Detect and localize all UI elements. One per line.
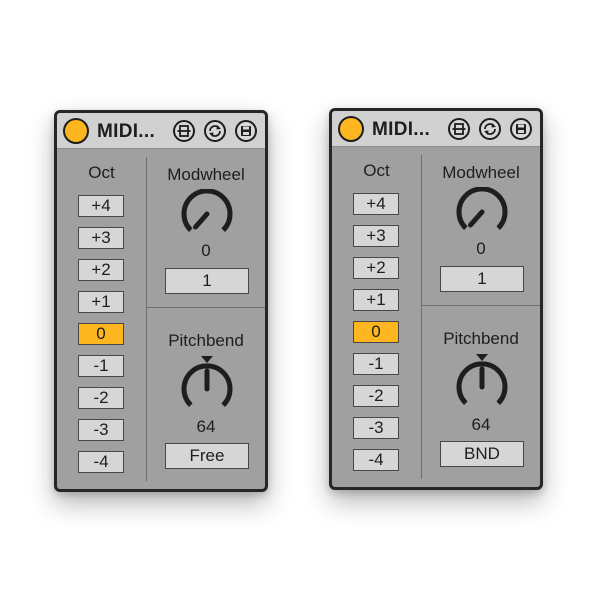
modwheel-label: Modwheel: [442, 163, 520, 182]
octave-button-minus3[interactable]: -3: [353, 417, 399, 439]
refresh-icon: [484, 123, 496, 135]
octave-button-zero[interactable]: 0: [353, 321, 399, 343]
device-body: Oct +4 +3 +2 +1 0 -1 -2 -3 -4 Modwheel 0…: [332, 147, 540, 487]
center-marker-icon: [201, 356, 213, 363]
octave-button-plus1[interactable]: +1: [353, 289, 399, 311]
octave-label: Oct: [363, 161, 390, 180]
midi-device-1: MIDI... Oct +4 +3 +2 +1 0 -1 -2 -3 -4 Mo…: [54, 110, 268, 492]
device-titlebar: MIDI...: [57, 113, 265, 149]
pitchbend-value: 64: [196, 417, 216, 436]
octave-button-minus4[interactable]: -4: [353, 449, 399, 471]
device-power-button[interactable]: [338, 116, 364, 142]
refresh-icon: [209, 125, 221, 137]
pitchbend-label: Pitchbend: [443, 329, 519, 348]
pitchbend-label: Pitchbend: [168, 331, 244, 350]
octave-button-plus2[interactable]: +2: [78, 259, 124, 281]
modwheel-knob[interactable]: [179, 189, 235, 241]
octave-button-plus3[interactable]: +3: [353, 225, 399, 247]
save-icon: [516, 124, 526, 134]
device-refresh-button[interactable]: [204, 120, 226, 142]
octave-button-zero[interactable]: 0: [78, 323, 124, 345]
horizontal-divider: [422, 305, 540, 306]
modwheel-cc-field[interactable]: 1: [440, 266, 524, 292]
modwheel-value: 0: [476, 239, 486, 258]
octave-button-plus4[interactable]: +4: [78, 195, 124, 217]
device-save-button[interactable]: [235, 120, 257, 142]
device-title: MIDI...: [372, 119, 431, 140]
device-body: Oct +4 +3 +2 +1 0 -1 -2 -3 -4 Modwheel 0…: [57, 149, 265, 489]
device-refresh-button[interactable]: [479, 118, 501, 140]
octave-button-minus3[interactable]: -3: [78, 419, 124, 441]
pitchbend-knob[interactable]: [179, 354, 235, 416]
save-icon: [241, 126, 251, 136]
octave-button-minus1[interactable]: -1: [78, 355, 124, 377]
modwheel-knob[interactable]: [454, 187, 510, 239]
horizontal-divider: [147, 307, 265, 308]
octave-button-minus2[interactable]: -2: [78, 387, 124, 409]
device-power-button[interactable]: [63, 118, 89, 144]
center-marker-icon: [476, 354, 488, 361]
octave-button-plus4[interactable]: +4: [353, 193, 399, 215]
octave-button-plus1[interactable]: +1: [78, 291, 124, 313]
modwheel-label: Modwheel: [167, 165, 245, 184]
octave-button-minus4[interactable]: -4: [78, 451, 124, 473]
octave-button-minus1[interactable]: -1: [353, 353, 399, 375]
device-title: MIDI...: [97, 121, 156, 142]
modwheel-value: 0: [201, 241, 211, 260]
device-fold-button[interactable]: [173, 120, 195, 142]
octave-button-plus3[interactable]: +3: [78, 227, 124, 249]
device-titlebar: MIDI...: [332, 111, 540, 147]
modwheel-cc-field[interactable]: 1: [165, 268, 249, 294]
device-save-button[interactable]: [510, 118, 532, 140]
octave-button-plus2[interactable]: +2: [353, 257, 399, 279]
pitchbend-mode-field[interactable]: Free: [165, 443, 249, 469]
device-fold-button[interactable]: [448, 118, 470, 140]
octave-label: Oct: [88, 163, 115, 182]
pitchbend-mode-field[interactable]: BND: [440, 441, 524, 467]
octave-button-minus2[interactable]: -2: [353, 385, 399, 407]
device-fold-icon: [177, 125, 191, 137]
midi-device-2: MIDI... Oct +4 +3 +2 +1 0 -1 -2 -3 -4 Mo…: [329, 108, 543, 490]
device-fold-icon: [452, 123, 466, 135]
pitchbend-value: 64: [471, 415, 491, 434]
pitchbend-knob[interactable]: [454, 352, 510, 414]
